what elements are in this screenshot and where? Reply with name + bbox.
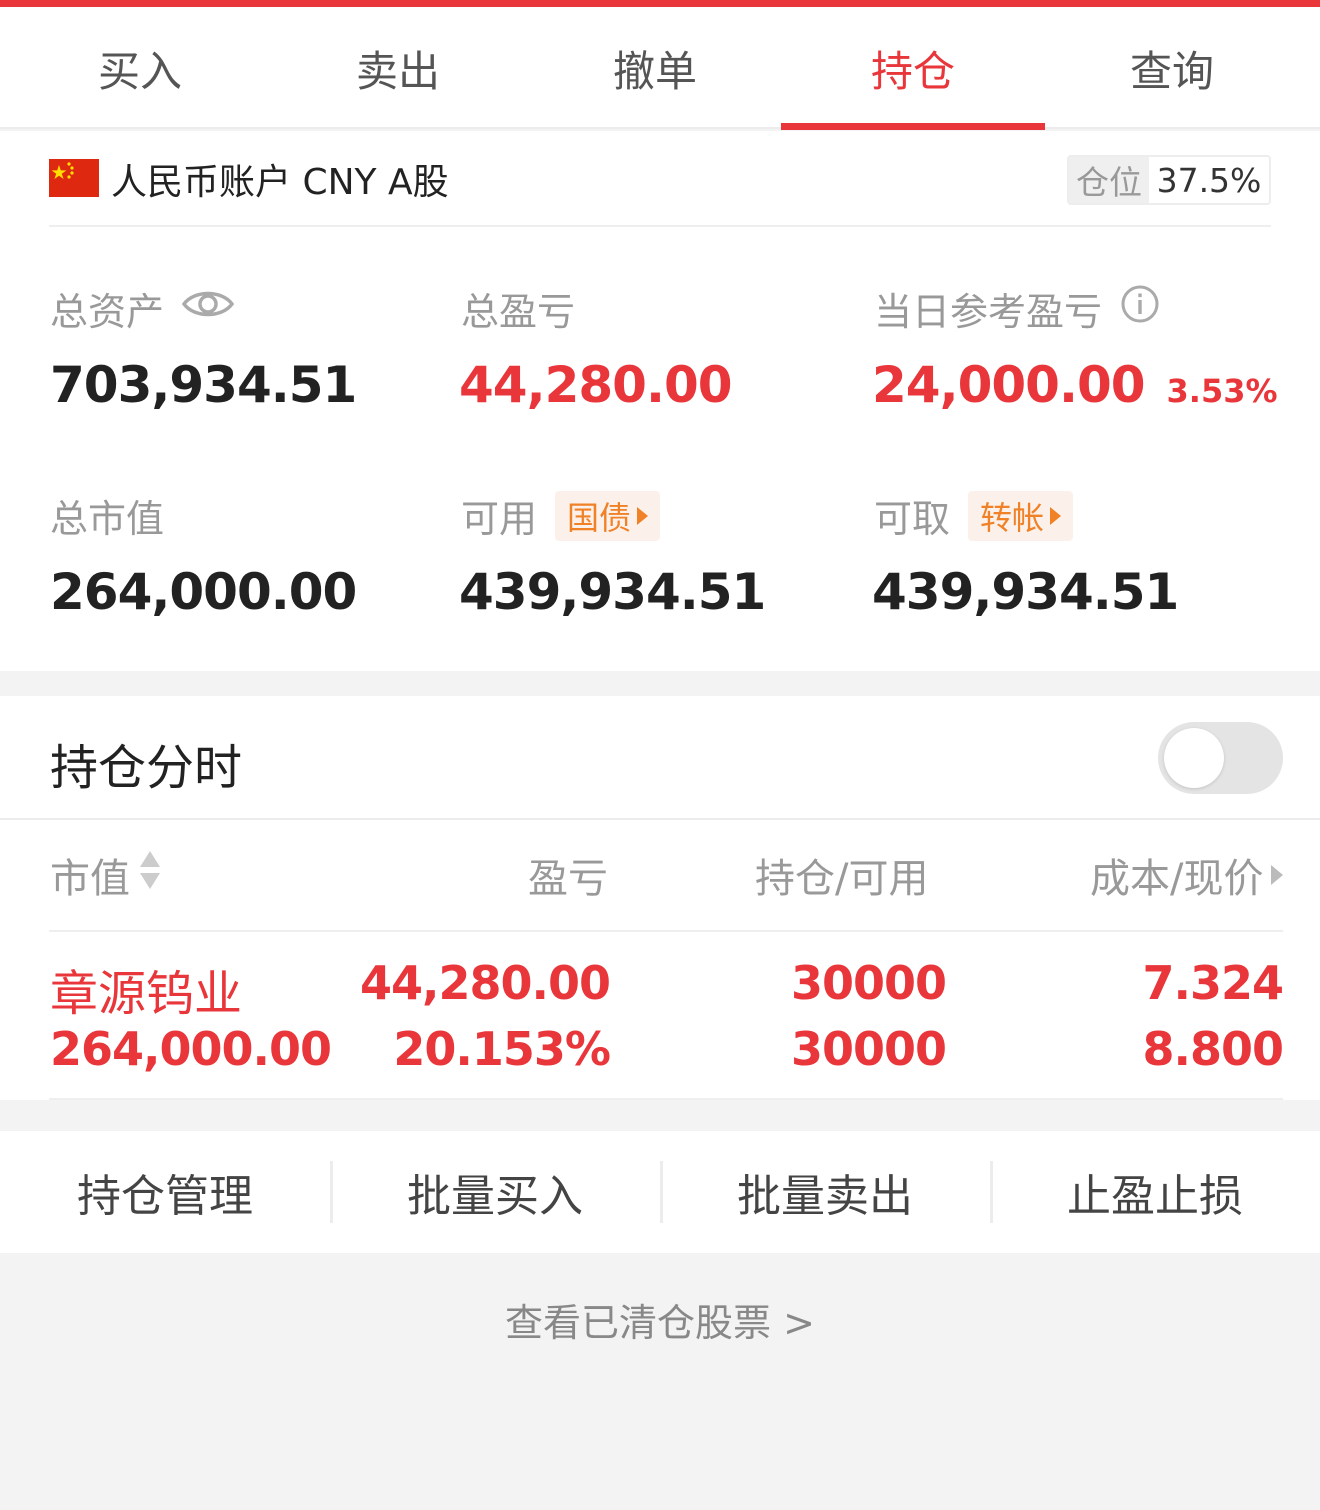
account-summary: 人民币账户 CNY A股 仓位 37.5% 总资产 703,934.51 总盈亏… <box>0 131 1320 671</box>
triangle-right-icon <box>637 506 649 525</box>
holding-row[interactable]: 章源钨业 264,000.00 44,280.00 20.153% 30000 … <box>49 930 1284 1100</box>
total-pnl-label: 总盈亏 <box>461 290 576 334</box>
total-assets-value: 703,934.51 <box>50 356 357 414</box>
daily-pnl-percent: 3.53% <box>1166 372 1278 410</box>
batch-sell-button[interactable]: 批量卖出 <box>660 1131 990 1253</box>
tab-positions[interactable]: 持仓 <box>781 7 1045 129</box>
available-label: 可用 <box>461 497 538 541</box>
stock-pnl-percent: 20.153% <box>393 1022 611 1076</box>
position-ratio-label: 仓位 <box>1069 157 1149 203</box>
trade-tab-bar: 买入 卖出 撤单 持仓 查询 <box>0 7 1320 130</box>
available-label-group: 可用 国债 <box>461 488 661 543</box>
withdrawable-value: 439,934.51 <box>872 563 1179 621</box>
position-ratio-value: 37.5% <box>1149 157 1269 203</box>
holdings-action-bar: 持仓管理 批量买入 批量卖出 止盈止损 <box>0 1131 1320 1253</box>
stock-pnl: 44,280.00 <box>360 956 611 1010</box>
daily-pnl-label-group: 当日参考盈亏 <box>874 281 1160 336</box>
transfer-tag[interactable]: 转帐 <box>968 490 1074 541</box>
column-market-value-label: 市值 <box>50 856 130 902</box>
eye-icon[interactable] <box>181 286 235 331</box>
china-flag-icon <box>49 159 99 197</box>
holdings-intraday-title: 持仓分时 <box>50 740 243 796</box>
treasury-bond-tag-label: 国债 <box>567 498 632 537</box>
info-icon[interactable] <box>1120 284 1160 333</box>
stock-available: 30000 <box>790 1022 947 1076</box>
triangle-right-icon <box>1050 506 1062 525</box>
position-management-button[interactable]: 持仓管理 <box>0 1131 330 1253</box>
position-ratio-badge: 仓位 37.5% <box>1067 155 1271 205</box>
holdings-header: 持仓分时 <box>0 696 1320 820</box>
daily-pnl-label: 当日参考盈亏 <box>874 290 1103 334</box>
tab-query[interactable]: 查询 <box>1040 7 1304 129</box>
total-pnl-value: 44,280.00 <box>459 356 733 414</box>
transfer-tag-label: 转帐 <box>980 498 1045 537</box>
view-cleared-stocks-link[interactable]: 查看已清仓股票 > <box>0 1292 1320 1347</box>
daily-pnl-value: 24,000.00 <box>872 356 1146 414</box>
withdrawable-label: 可取 <box>874 497 951 541</box>
sort-icon <box>138 849 162 901</box>
daily-pnl-value-group: 24,000.00 3.53% <box>872 356 1278 414</box>
column-market-value[interactable]: 市值 <box>50 846 162 904</box>
treasury-bond-tag[interactable]: 国债 <box>555 490 661 541</box>
account-header: 人民币账户 CNY A股 仓位 37.5% <box>49 131 1271 227</box>
stock-market-value: 264,000.00 <box>50 1022 332 1076</box>
active-tab-indicator <box>781 123 1045 130</box>
market-value-value: 264,000.00 <box>50 563 357 621</box>
column-cost-price[interactable]: 成本/现价 <box>1090 846 1284 904</box>
caret-right-icon <box>1271 865 1284 885</box>
holdings-intraday-toggle[interactable] <box>1158 722 1283 794</box>
column-cost-price-label: 成本/现价 <box>1090 856 1264 902</box>
available-value: 439,934.51 <box>459 563 766 621</box>
withdrawable-label-group: 可取 转帐 <box>874 488 1074 543</box>
top-accent-bar <box>0 0 1320 7</box>
stock-name: 章源钨业 <box>50 966 243 1022</box>
account-name: 人民币账户 CNY A股 <box>111 162 449 203</box>
total-assets-label-group: 总资产 <box>50 281 235 336</box>
tab-sell[interactable]: 卖出 <box>266 7 530 129</box>
column-pnl: 盈亏 <box>528 856 608 902</box>
take-profit-stop-loss-button[interactable]: 止盈止损 <box>990 1131 1320 1253</box>
total-assets-label: 总资产 <box>50 290 165 334</box>
toggle-knob <box>1164 728 1224 788</box>
stock-price: 8.800 <box>1142 1022 1284 1076</box>
tab-cancel-order[interactable]: 撤单 <box>523 7 787 129</box>
batch-buy-button[interactable]: 批量买入 <box>330 1131 660 1253</box>
column-position-available: 持仓/可用 <box>755 856 929 902</box>
tab-buy[interactable]: 买入 <box>8 7 272 129</box>
holdings-section: 持仓分时 市值 盈亏 持仓/可用 成本/现价 章源钨业 264,000.00 4… <box>0 696 1320 1100</box>
stock-position: 30000 <box>790 956 947 1010</box>
stock-cost: 7.324 <box>1142 956 1284 1010</box>
market-value-label: 总市值 <box>50 497 165 541</box>
